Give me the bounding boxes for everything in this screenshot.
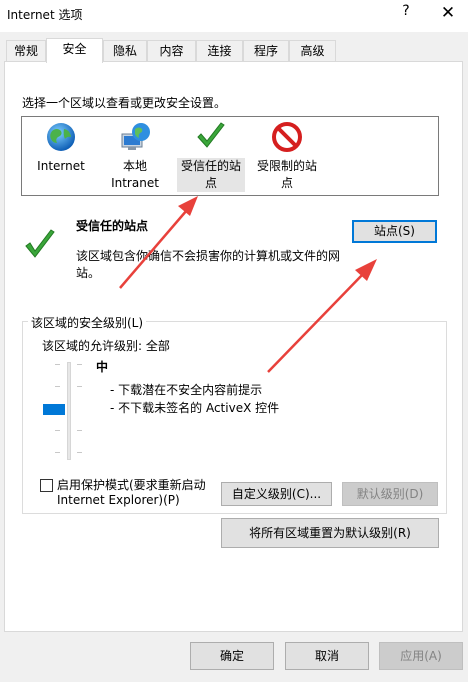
annotation-arrows [119, 196, 377, 373]
annotation-arrow [119, 209, 188, 289]
annotation-arrowhead [178, 196, 198, 216]
tab-security[interactable]: 安全 [46, 38, 103, 63]
annotation-arrow [267, 272, 365, 373]
